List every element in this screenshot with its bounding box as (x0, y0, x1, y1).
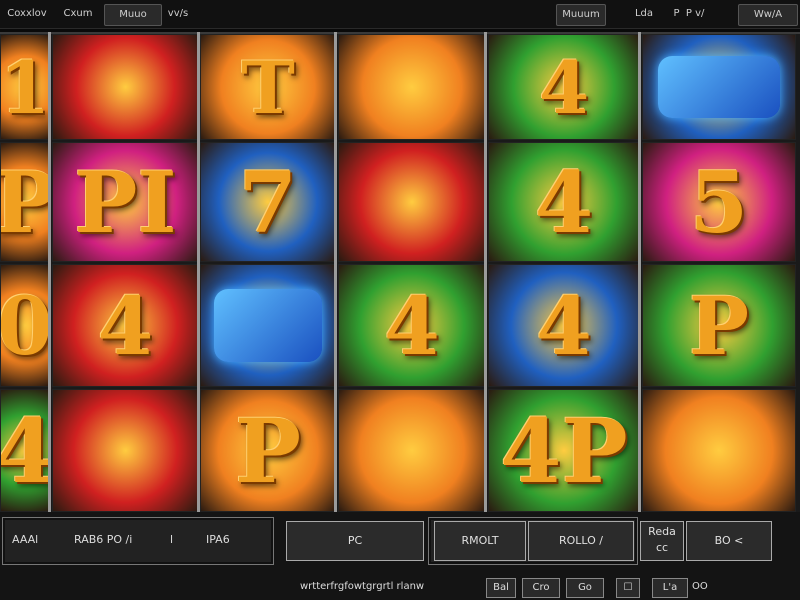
reel-cell: P (200, 389, 336, 512)
footer-button-1[interactable]: Bal (486, 578, 516, 598)
reel-cell (338, 142, 486, 262)
reel-cell (642, 389, 796, 512)
footer-label-6: OO (692, 581, 708, 592)
reel-symbol: P (688, 278, 750, 373)
reel-cell: 4 (0, 389, 50, 512)
reel-cell: 7 (200, 142, 336, 262)
info-label-1: AAAl (12, 533, 39, 546)
reel-symbol: 7 (238, 152, 298, 252)
reel-symbol: 4 (384, 278, 440, 373)
reel-cell: 4P (488, 389, 640, 512)
reel-symbol: T (241, 44, 295, 130)
footer-button-4[interactable]: ☐ (616, 578, 640, 598)
reel-cell: 4 (488, 142, 640, 262)
reel-cell: T (200, 34, 336, 140)
footer-button-3[interactable]: Go (566, 578, 604, 598)
info-panel-left (2, 517, 274, 565)
menu-label-2[interactable]: Cxum (60, 4, 96, 24)
top-right-button-1[interactable]: Muuum (556, 4, 606, 26)
reel-cell: 4 (488, 264, 640, 387)
small-button-top: Reda (648, 525, 676, 538)
rmolt-button[interactable]: RMOLT (434, 521, 526, 561)
reel-symbol: 4 (97, 278, 154, 373)
reel-cell: 5 (642, 142, 796, 262)
reel-cell: P (642, 264, 796, 387)
reel-cell: 4 (488, 34, 640, 140)
reel-symbol (643, 390, 795, 511)
small-button-bottom: cc (655, 541, 669, 554)
reel-cell: 4 (52, 264, 199, 387)
reels-grid: 1T4PPI7450444P4P4P (0, 32, 800, 514)
top-right-mid[interactable]: P P v/ (664, 4, 714, 24)
info-label-3: l (170, 533, 174, 546)
menu-label-4[interactable]: vv/s (166, 4, 190, 24)
reel-symbol: 4P (500, 398, 628, 503)
blue-banner-icon (643, 35, 795, 139)
reel-symbol: P (234, 398, 302, 503)
reel-cell (338, 389, 486, 512)
box-button[interactable]: BO < (686, 521, 772, 561)
reel-symbol (53, 35, 198, 139)
reel-symbol: 5 (689, 152, 749, 252)
reel-symbol (339, 143, 485, 261)
top-right-label: Lda (634, 8, 654, 19)
reel-symbol: 4 (538, 44, 590, 130)
reel-symbol: 0 (1, 265, 49, 386)
small-button[interactable]: Reda cc (640, 521, 684, 561)
reel-symbol: PI (74, 152, 177, 252)
reel-cell: PI (52, 142, 199, 262)
tab-active[interactable]: Muuo (104, 4, 162, 26)
reel-cell: 0 (0, 264, 50, 387)
pc-button[interactable]: PC (286, 521, 424, 561)
top-bar: Coxxlov Cxum Muuo vv/s Muuum Lda P P v/ … (0, 0, 800, 29)
reel-cell (52, 389, 199, 512)
info-label-4: IPA6 (206, 533, 230, 546)
reel-cell: 4 (338, 264, 486, 387)
info-label-2: RAB6 PO /i (74, 533, 133, 546)
reel-symbol: 4 (534, 152, 594, 252)
reel-cell (338, 34, 486, 140)
reel-separator (484, 32, 487, 512)
reel-cell (200, 264, 336, 387)
reel-separator (48, 32, 51, 512)
reel-separator (638, 32, 641, 512)
reel-cell (52, 34, 199, 140)
menu-label-1[interactable]: Coxxlov (4, 4, 50, 24)
reel-cell (642, 34, 796, 140)
reel-symbol (339, 390, 485, 511)
reel-symbol: 4 (536, 278, 592, 373)
rollo-button[interactable]: ROLLO / (528, 521, 634, 561)
reel-cell: P (0, 142, 50, 262)
top-right-button-2[interactable]: Ww/A (738, 4, 798, 26)
reel-symbol: 4 (1, 390, 49, 511)
footer-button-2[interactable]: Cro (522, 578, 560, 598)
footer-text: wrtterfrgfowtgrgrtl rlanw (300, 581, 425, 592)
reel-symbol (339, 35, 485, 139)
footer-button-5[interactable]: L'a (652, 578, 688, 598)
reel-separator (197, 32, 200, 512)
blue-banner-icon (201, 265, 335, 386)
reel-symbol: P (1, 143, 49, 261)
reel-separator (334, 32, 337, 512)
reel-symbol (53, 390, 198, 511)
reel-cell: 1 (0, 34, 50, 140)
reel-symbol: 1 (0, 44, 50, 130)
